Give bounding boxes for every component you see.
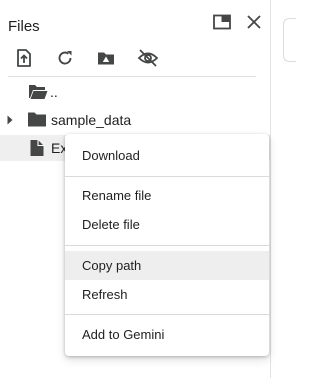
file-icon <box>30 140 44 156</box>
tree-item-parent-label: .. <box>50 84 58 100</box>
panel-title: Files <box>8 18 40 35</box>
refresh-icon <box>58 51 72 65</box>
menu-item-download[interactable]: Download <box>65 141 269 170</box>
close-icon <box>247 15 261 29</box>
menu-item-copy-path[interactable]: Copy path <box>65 251 269 280</box>
menu-item-add-to-gemini[interactable]: Add to Gemini <box>65 320 269 349</box>
tree-item-label: sample_data <box>51 112 132 128</box>
hide-files-icon <box>137 49 159 67</box>
tree-item-parent[interactable]: .. <box>0 79 270 105</box>
open-in-window-icon <box>213 14 231 30</box>
open-in-window-button[interactable] <box>210 10 234 34</box>
close-button[interactable] <box>242 10 266 34</box>
tree-item-sample-data[interactable]: sample_data <box>0 107 270 133</box>
upload-button[interactable] <box>12 46 36 70</box>
menu-item-refresh[interactable]: Refresh <box>65 280 269 309</box>
menu-separator <box>65 176 269 177</box>
hide-files-button[interactable] <box>136 46 160 70</box>
mount-drive-button[interactable] <box>94 46 118 70</box>
menu-separator <box>65 245 269 246</box>
mount-drive-icon <box>98 52 114 65</box>
toolbar-divider <box>8 76 256 77</box>
folder-open-icon <box>29 85 48 99</box>
menu-item-delete-file[interactable]: Delete file <box>65 210 269 239</box>
editor-cell-edge <box>283 18 296 62</box>
folder-icon <box>28 112 46 127</box>
menu-separator <box>65 314 269 315</box>
context-menu: Download Rename file Delete file Copy pa… <box>65 134 269 356</box>
upload-icon <box>17 49 31 67</box>
menu-item-rename-file[interactable]: Rename file <box>65 181 269 210</box>
expand-arrow-icon[interactable] <box>6 115 14 125</box>
refresh-button[interactable] <box>53 46 77 70</box>
